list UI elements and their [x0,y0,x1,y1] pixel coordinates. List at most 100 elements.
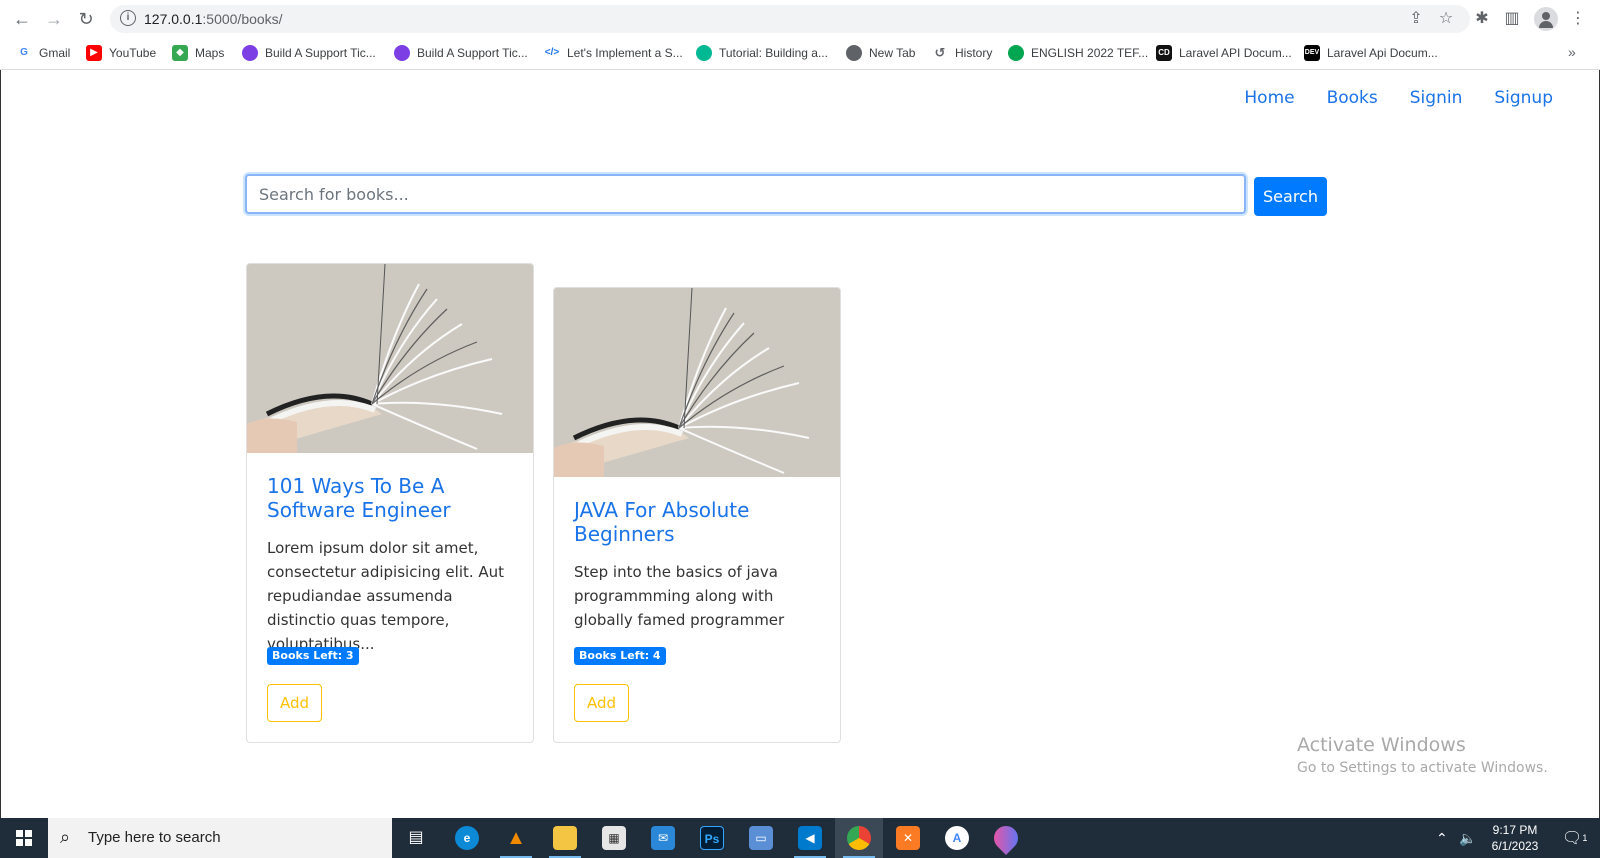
tutorial-icon [696,45,712,61]
notification-count: 1 [1582,833,1588,843]
book-card: 101 Ways To Be A Software Engineer Lorem… [246,263,534,743]
support-icon [394,45,410,61]
notifications-icon[interactable]: 🗨 1 [1562,818,1587,858]
address-bar[interactable]: i 127.0.0.1:5000/books/ ⇪ ☆ [110,5,1470,33]
reload-icon[interactable]: ↻ [74,7,98,31]
taskbar-chrome[interactable] [835,818,883,858]
bookmark-label: Tutorial: Building a... [719,46,828,60]
bookmark-label: History [955,46,993,60]
bookmark-label: Laravel API Docum... [1179,46,1292,60]
share-icon[interactable]: ⇪ [1406,9,1426,29]
folder-icon [553,826,577,850]
watermark-title: Activate Windows [1297,734,1466,756]
taskbar-paint-drop[interactable] [982,818,1030,858]
maps-icon: ◆ [172,45,188,61]
side-panel-icon[interactable]: ▥ [1500,7,1524,31]
bookmark-maps[interactable]: ◆ Maps [172,42,224,64]
bookmark-gmail[interactable]: G Gmail [16,42,70,64]
bookmark-laravel-1[interactable]: CD Laravel API Docum... [1156,42,1292,64]
search-button[interactable]: Search [1254,177,1327,216]
taskbar-mail[interactable]: ✉ [639,818,687,858]
bookmarks-overflow-icon[interactable]: » [1568,44,1576,60]
clock-time: 9:17 PM [1492,823,1538,837]
add-button[interactable]: Add [267,684,322,722]
android-studio-icon: A [945,826,969,850]
volume-icon[interactable]: 🔈 [1459,818,1476,858]
bookmark-implement[interactable]: </> Let's Implement a S... [544,42,683,64]
chrome-icon [847,826,871,850]
nav-signin[interactable]: Signin [1410,88,1463,108]
bookmark-support-1[interactable]: Build A Support Tic... [242,42,376,64]
taskbar-edge[interactable]: e [443,818,491,858]
watermark-subtitle: Go to Settings to activate Windows. [1297,760,1548,776]
profile-avatar-icon[interactable] [1534,7,1558,31]
taskbar-android-studio[interactable]: A [933,818,981,858]
taskbar-vscode[interactable]: ◀ [786,818,834,858]
cd-icon: CD [1156,45,1172,61]
vlc-icon: ▲ [506,827,526,849]
book-cover-image [554,288,840,477]
clock-date: 6/1/2023 [1491,839,1539,853]
bookmark-label: ENGLISH 2022 TEF... [1031,46,1149,60]
taskbar-network-app[interactable]: ▭ [737,818,785,858]
globe-icon [846,45,862,61]
book-title[interactable]: JAVA For Absolute Beginners [574,498,824,546]
activate-windows-watermark: Activate Windows Go to Settings to activ… [1297,734,1548,776]
book-description: Lorem ipsum dolor sit amet, consectetur … [267,539,505,653]
store-icon: ▦ [602,826,626,850]
xampp-icon: ✕ [896,826,920,850]
taskbar-search-box[interactable]: ⌕ Type here to search [48,818,392,858]
extensions-icon[interactable]: ✱ [1470,7,1494,31]
taskbar-file-explorer[interactable] [541,818,589,858]
url-host: 127.0.0.1 [144,11,203,27]
web-page: Home Books Signin Signup Search for book… [0,70,1600,818]
nav-home[interactable]: Home [1244,88,1294,108]
menu-kebab-icon[interactable]: ⋮ [1566,7,1590,31]
bookmark-label: Laravel Api Docum... [1327,46,1438,60]
url-path: :5000/books/ [202,11,283,27]
network-app-icon: ▭ [749,826,773,850]
youtube-icon: ▶ [86,45,102,61]
book-card: JAVA For Absolute Beginners Step into th… [553,287,841,743]
code-icon: </> [544,47,560,58]
nav-signup[interactable]: Signup [1494,88,1553,108]
taskbar-store[interactable]: ▦ [590,818,638,858]
history-icon: ↺ [934,45,946,60]
support-icon [242,45,258,61]
taskbar-search-placeholder: Type here to search [88,829,221,846]
google-icon: G [16,45,32,61]
bookmark-label: Gmail [39,46,71,60]
top-navigation: Home Books Signin Signup [1244,88,1553,108]
taskbar-vlc[interactable]: ▲ [492,818,540,858]
browser-toolbar: ← → ↻ i 127.0.0.1:5000/books/ ⇪ ☆ ✱ ▥ ⋮ [0,0,1600,36]
taskbar-clock[interactable]: 9:17 PM 6/1/2023 [1480,822,1550,854]
task-view-icon: ▤ [408,829,424,846]
bookmark-tutorial[interactable]: Tutorial: Building a... [696,42,828,64]
url-text[interactable]: 127.0.0.1:5000/books/ [144,11,283,27]
photoshop-icon: Ps [700,826,724,850]
taskbar-photoshop[interactable]: Ps [688,818,736,858]
book-description: Step into the basics of java programmmin… [574,563,785,629]
taskbar-xampp[interactable]: ✕ [884,818,932,858]
forward-icon[interactable]: → [42,7,66,31]
english-icon [1008,45,1024,61]
task-view-button[interactable]: ▤ [392,818,440,858]
bookmark-support-2[interactable]: Build A Support Tic... [394,42,528,64]
paint-drop-icon [989,821,1023,855]
bookmark-history[interactable]: ↺ History [932,42,993,64]
bookmark-laravel-2[interactable]: DEV Laravel Api Docum... [1304,42,1438,64]
show-hidden-icons-chevron-icon[interactable]: ⌃ [1436,818,1448,858]
bookmark-star-icon[interactable]: ☆ [1436,9,1456,29]
bookmark-youtube[interactable]: ▶ YouTube [86,42,156,64]
bookmark-english[interactable]: ENGLISH 2022 TEF... [1008,42,1148,64]
search-input[interactable] [245,174,1246,214]
mail-icon: ✉ [651,826,675,850]
add-button[interactable]: Add [574,684,629,722]
bookmark-new-tab[interactable]: New Tab [846,42,915,64]
book-title[interactable]: 101 Ways To Be A Software Engineer [267,474,517,522]
windows-logo-icon [16,830,32,846]
site-info-icon[interactable]: i [120,10,136,26]
back-icon[interactable]: ← [10,7,34,31]
start-button[interactable] [0,818,48,858]
nav-books[interactable]: Books [1327,88,1378,108]
